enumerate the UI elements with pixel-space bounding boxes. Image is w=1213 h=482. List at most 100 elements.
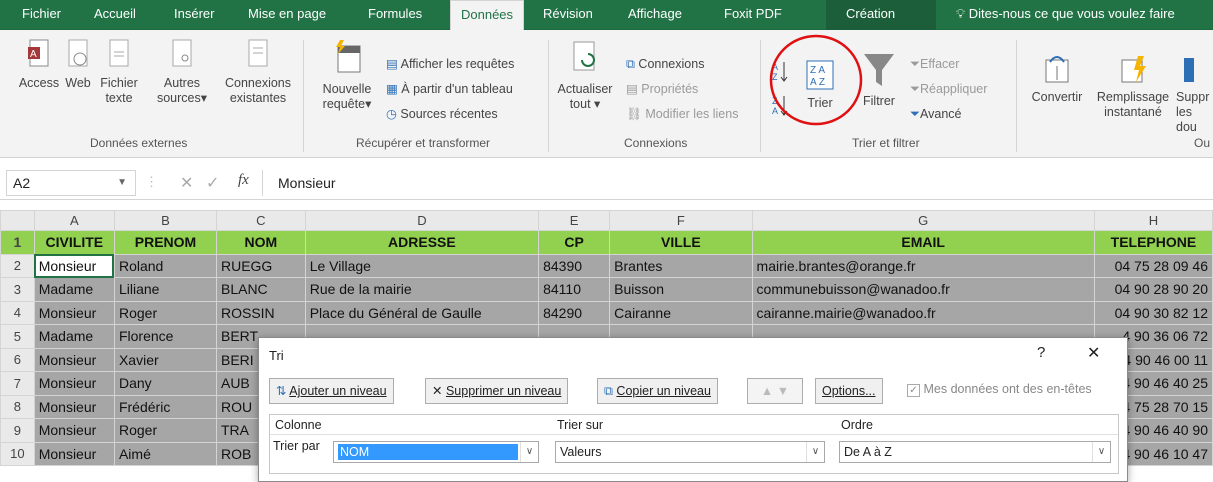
row-header[interactable]: 1 (0, 230, 35, 255)
properties-button[interactable]: ▤ Propriétés (626, 81, 698, 98)
tab-donnees[interactable]: Données (450, 0, 525, 31)
order-select[interactable]: De A à Z ∨ (839, 441, 1111, 463)
tab-foxit-pdf[interactable]: Foxit PDF (724, 0, 782, 30)
copy-level-button[interactable]: ⧉ Copier un niveau (597, 378, 718, 404)
formula-input[interactable]: Monsieur (270, 170, 1210, 196)
row-header[interactable]: 10 (0, 441, 35, 466)
row-header[interactable]: 2 (0, 253, 35, 278)
civilite-cell[interactable]: Monsieur (33, 300, 115, 325)
column-header[interactable]: E (538, 210, 611, 231)
advanced-filter-button[interactable]: ⏷Avancé (910, 106, 961, 123)
header-cell[interactable]: CP (538, 230, 611, 255)
civilite-cell[interactable]: Monsieur (33, 347, 115, 372)
adresse-cell[interactable]: Place du Général de Gaulle (304, 300, 540, 325)
text-to-columns-button[interactable]: Convertir (1024, 52, 1090, 105)
header-cell[interactable]: CIVILITE (33, 230, 115, 255)
header-cell[interactable]: TELEPHONE (1093, 230, 1213, 255)
column-header[interactable]: G (751, 210, 1095, 231)
nom-cell[interactable]: BLANC (215, 277, 306, 302)
adresse-cell[interactable]: Rue de la mairie (304, 277, 540, 302)
cancel-icon[interactable]: ✕ (180, 173, 193, 193)
enter-icon[interactable]: ✓ (206, 173, 219, 193)
prenom-cell[interactable]: Roger (113, 300, 217, 325)
recent-sources-button[interactable]: ◷ Sources récentes (386, 106, 498, 123)
tab-affichage[interactable]: Affichage (628, 0, 682, 30)
ville-cell[interactable]: Brantes (609, 253, 753, 278)
column-header[interactable]: F (609, 210, 753, 231)
tab-accueil[interactable]: Accueil (94, 0, 136, 30)
email-cell[interactable]: mairie.brantes@orange.fr (751, 253, 1095, 278)
ville-cell[interactable]: Buisson (609, 277, 753, 302)
civilite-cell[interactable]: Monsieur (33, 371, 115, 396)
prenom-cell[interactable]: Liliane (113, 277, 217, 302)
chevron-down-icon[interactable]: ▼ (117, 171, 127, 195)
select-all-corner[interactable] (0, 210, 35, 231)
header-cell[interactable]: VILLE (609, 230, 753, 255)
insert-function-icon[interactable]: fx (238, 172, 249, 189)
row-header[interactable]: 4 (0, 300, 35, 325)
civilite-cell[interactable]: Madame (33, 277, 115, 302)
column-header[interactable]: B (113, 210, 217, 231)
prenom-cell[interactable]: Roger (113, 418, 217, 443)
civilite-cell[interactable]: Monsieur (33, 418, 115, 443)
connections-button[interactable]: ⧉ Connexions (626, 56, 704, 73)
tell-me-box[interactable]: 💡︎ Dites-nous ce que vous voulez faire (956, 0, 1175, 30)
prenom-cell[interactable]: Roland (113, 253, 217, 278)
help-button[interactable]: ? (1037, 344, 1045, 361)
sort-on-select[interactable]: Valeurs ∨ (555, 441, 825, 463)
prenom-cell[interactable]: Frédéric (113, 394, 217, 419)
header-cell[interactable]: ADRESSE (304, 230, 540, 255)
add-level-button[interactable]: ⇅ Ajouter un niveau (269, 378, 394, 404)
prenom-cell[interactable]: Florence (113, 324, 217, 349)
from-table-button[interactable]: ▦ À partir d'un tableau (386, 81, 513, 98)
civilite-cell[interactable]: Madame (33, 324, 115, 349)
tab-formules[interactable]: Formules (368, 0, 422, 30)
prenom-cell[interactable]: Xavier (113, 347, 217, 372)
cp-cell[interactable]: 84290 (538, 300, 611, 325)
email-cell[interactable]: communebuisson@wanadoo.fr (751, 277, 1095, 302)
header-cell[interactable]: PRENOM (113, 230, 217, 255)
nom-cell[interactable]: ROSSIN (215, 300, 306, 325)
from-text-button[interactable]: Fichier texte (96, 38, 142, 106)
row-header[interactable]: 3 (0, 277, 35, 302)
header-cell[interactable]: NOM (215, 230, 306, 255)
show-queries-button[interactable]: ▤ Afficher les requêtes (386, 56, 514, 73)
civilite-cell[interactable]: Monsieur (33, 253, 115, 278)
other-sources-button[interactable]: Autres sources▾ (152, 38, 212, 106)
column-header[interactable]: A (33, 210, 115, 231)
tab-fichier[interactable]: Fichier (22, 0, 61, 30)
web-button[interactable]: Web (62, 38, 94, 91)
access-button[interactable]: A Access (18, 38, 60, 91)
refresh-all-button[interactable]: Actualiser tout ▾ (552, 38, 618, 112)
tab-mise-en-page[interactable]: Mise en page (248, 0, 326, 30)
row-header[interactable]: 8 (0, 394, 35, 419)
flash-fill-button[interactable]: Remplissage instantané (1090, 52, 1176, 120)
row-header[interactable]: 5 (0, 324, 35, 349)
prenom-cell[interactable]: Aimé (113, 441, 217, 466)
cp-cell[interactable]: 84390 (538, 253, 611, 278)
header-cell[interactable]: EMAIL (751, 230, 1095, 255)
civilite-cell[interactable]: Monsieur (33, 441, 115, 466)
tab-inserer[interactable]: Insérer (174, 0, 214, 30)
sort-by-select[interactable]: NOM ∨ (333, 441, 539, 463)
telephone-cell[interactable]: 04 75 28 09 46 (1093, 253, 1213, 278)
new-query-button[interactable]: Nouvelle requête▾ (312, 38, 382, 112)
row-header[interactable]: 9 (0, 418, 35, 443)
edit-links-button[interactable]: ⛓︎ Modifier les liens (626, 106, 738, 123)
column-header[interactable]: D (304, 210, 540, 231)
tab-revision[interactable]: Révision (543, 0, 593, 30)
column-header[interactable]: C (215, 210, 306, 231)
civilite-cell[interactable]: Monsieur (33, 394, 115, 419)
move-up-button[interactable]: ▲ ▼ (747, 378, 803, 404)
cp-cell[interactable]: 84110 (538, 277, 611, 302)
row-header[interactable]: 7 (0, 371, 35, 396)
existing-connections-button[interactable]: Connexions existantes (222, 38, 294, 106)
name-box[interactable]: A2 ▼ (6, 170, 136, 196)
email-cell[interactable]: cairanne.mairie@wanadoo.fr (751, 300, 1095, 325)
close-button[interactable]: ✕ (1087, 343, 1100, 363)
reapply-button[interactable]: ⏷Réappliquer (910, 81, 987, 98)
clear-filter-button[interactable]: ⏷Effacer (910, 56, 959, 73)
headers-checkbox[interactable]: ✓ Mes données ont des en-têtes (907, 382, 1092, 397)
adresse-cell[interactable]: Le Village (304, 253, 540, 278)
prenom-cell[interactable]: Dany (113, 371, 217, 396)
